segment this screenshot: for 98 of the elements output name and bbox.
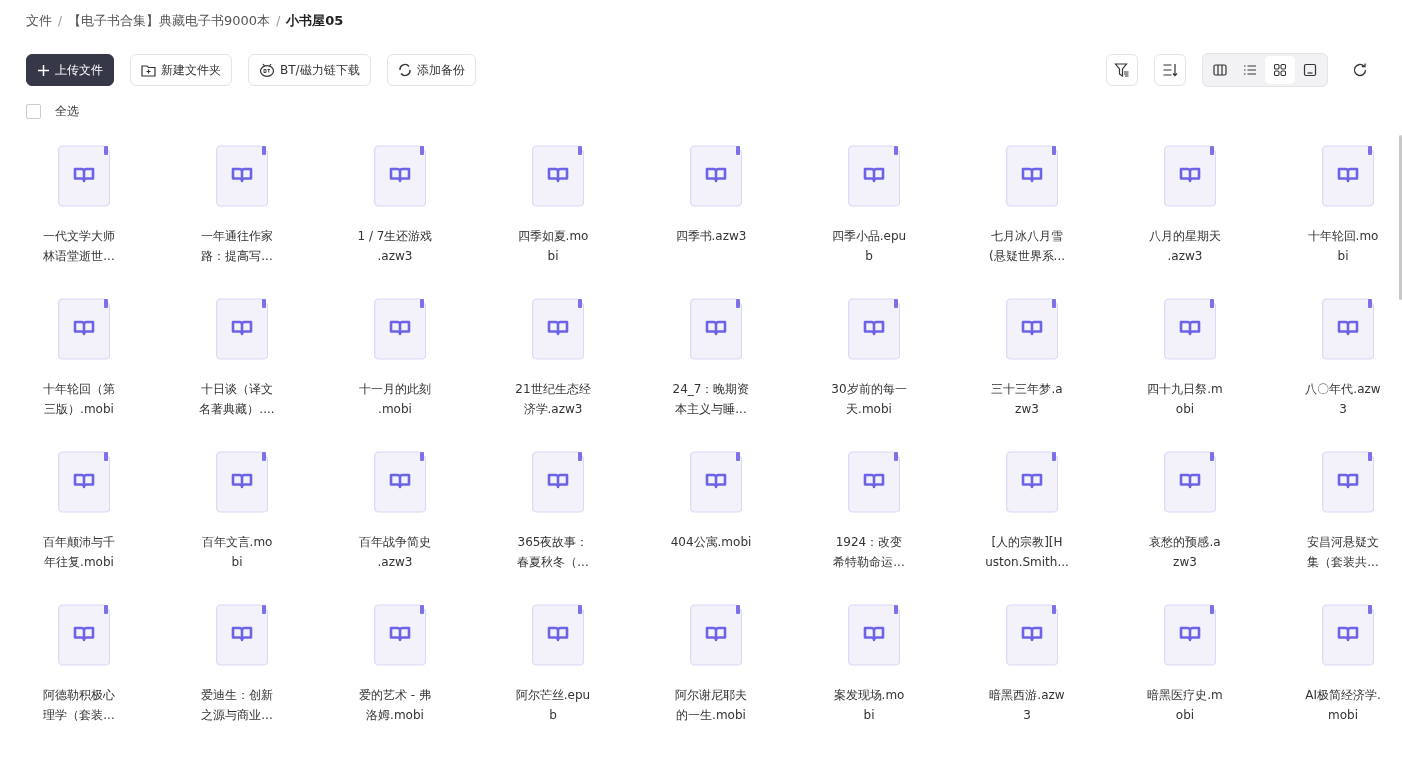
book-file-icon[interactable]: [1322, 604, 1374, 666]
file-name: 四季书.azw3: [675, 228, 747, 245]
file-name: 四季小品.epu b: [831, 228, 907, 265]
filter-button[interactable]: [1106, 54, 1138, 86]
file-name: 百年文言.mo bi: [201, 534, 273, 571]
book-file-icon[interactable]: [58, 145, 110, 207]
columns-icon: [1213, 63, 1227, 77]
file-name: 24_7：晚期资 本主义与睡...: [672, 381, 750, 418]
file-name: 四十九日祭.m obi: [1147, 381, 1223, 418]
book-file-icon[interactable]: [848, 145, 900, 207]
file-name: 十日谈（译文 名著典藏）....: [199, 381, 275, 418]
file-name: 一代文学大师 林语堂逝世...: [43, 228, 115, 265]
book-file-icon[interactable]: [216, 145, 268, 207]
select-all-checkbox[interactable]: [26, 104, 41, 119]
file-name: 十一月的此刻 .mobi: [359, 381, 431, 418]
file-name: 365夜故事： 春夏秋冬（...: [517, 534, 589, 571]
book-file-icon[interactable]: [690, 451, 742, 513]
file-name: 三十三年梦.a zw3: [991, 381, 1063, 418]
preview-icon: [1303, 63, 1317, 77]
book-file-icon[interactable]: [374, 604, 426, 666]
folder-plus-icon: [141, 63, 156, 77]
file-name: 十年轮回（第 三版）.mobi: [43, 381, 115, 418]
file-name: 1924：改变 希特勒命运...: [833, 534, 905, 571]
grid-icon: [1273, 63, 1287, 77]
bt-icon: [259, 63, 275, 77]
file-name: 暗黑西游.azw 3: [989, 687, 1065, 724]
file-name: 八月的星期天 .azw3: [1149, 228, 1221, 265]
book-file-icon[interactable]: [58, 604, 110, 666]
book-file-icon[interactable]: [58, 298, 110, 360]
file-name: 爱迪生：创新 之源与商业...: [201, 687, 273, 724]
list-icon: [1243, 63, 1257, 77]
scrollbar-thumb[interactable]: [1399, 135, 1402, 300]
book-file-icon[interactable]: [848, 451, 900, 513]
book-file-icon[interactable]: [532, 451, 584, 513]
file-name: 暗黑医疗史.m obi: [1147, 687, 1223, 724]
book-file-icon[interactable]: [1006, 604, 1058, 666]
book-file-icon[interactable]: [532, 604, 584, 666]
book-file-icon[interactable]: [1164, 604, 1216, 666]
breadcrumb-link[interactable]: 文件: [26, 12, 52, 30]
file-name: 21世纪生态经 济学.azw3: [515, 381, 591, 418]
refresh-icon: [1352, 62, 1368, 78]
book-file-icon[interactable]: [1164, 298, 1216, 360]
book-file-icon[interactable]: [216, 298, 268, 360]
book-file-icon[interactable]: [1164, 145, 1216, 207]
book-file-icon[interactable]: [1322, 298, 1374, 360]
sort-icon: [1162, 62, 1178, 78]
file-name: [人的宗教][H uston.Smith...: [985, 534, 1069, 571]
file-name: 七月冰八月雪 (悬疑世界系...: [988, 228, 1066, 265]
book-file-icon[interactable]: [374, 298, 426, 360]
file-name: 案发现场.mo bi: [833, 687, 905, 724]
book-file-icon[interactable]: [216, 451, 268, 513]
book-file-icon[interactable]: [848, 604, 900, 666]
book-file-icon[interactable]: [690, 604, 742, 666]
toolbar-button[interactable]: 添加备份: [386, 54, 476, 86]
book-file-icon[interactable]: [374, 451, 426, 513]
file-name: 阿尔芒丝.epu b: [515, 687, 591, 724]
file-name: 八〇年代.azw 3: [1305, 381, 1381, 418]
file-name: 哀愁的预感.a zw3: [1149, 534, 1221, 571]
book-file-icon[interactable]: [1006, 298, 1058, 360]
plus-icon: [37, 63, 50, 77]
book-file-icon[interactable]: [1164, 451, 1216, 513]
breadcrumb-link[interactable]: 【电子书合集】典藏电子书9000本: [68, 12, 271, 30]
book-file-icon[interactable]: [58, 451, 110, 513]
file-name: 阿德勒积极心 理学（套装...: [43, 687, 115, 724]
file-name: 爱的艺术 - 弗 洛姆.mobi: [359, 687, 431, 724]
file-name: 十年轮回.mo bi: [1307, 228, 1379, 265]
sync-icon: [397, 63, 412, 77]
file-name: 一年通往作家 路：提高写...: [201, 228, 273, 265]
view-mode-button[interactable]: [1265, 56, 1295, 84]
book-file-icon[interactable]: [532, 298, 584, 360]
breadcrumb-current: 小书屋05: [286, 12, 344, 30]
select-all-label: 全选: [55, 103, 79, 120]
toolbar-button[interactable]: 新建文件夹: [130, 54, 232, 86]
breadcrumb-separator: /: [276, 14, 281, 28]
file-name: 百年战争简史 .azw3: [359, 534, 431, 571]
book-file-icon[interactable]: [1322, 145, 1374, 207]
file-name: 四季如夏.mo bi: [517, 228, 589, 265]
book-file-icon[interactable]: [1006, 145, 1058, 207]
toolbar-button[interactable]: BT/磁力链下载: [248, 54, 371, 86]
book-file-icon[interactable]: [690, 298, 742, 360]
book-file-icon[interactable]: [848, 298, 900, 360]
filter-icon: [1114, 62, 1130, 78]
file-name: 1 / 7生还游戏 .azw3: [357, 228, 433, 265]
book-file-icon[interactable]: [216, 604, 268, 666]
file-name: 百年颠沛与千 年往复.mobi: [43, 534, 115, 571]
book-file-icon[interactable]: [374, 145, 426, 207]
file-name: 404公寓.mobi: [670, 534, 752, 551]
book-file-icon[interactable]: [532, 145, 584, 207]
file-name: 安昌河悬疑文 集（套装共...: [1307, 534, 1379, 571]
file-name: 30岁前的每一 天.mobi: [831, 381, 907, 418]
book-file-icon[interactable]: [1006, 451, 1058, 513]
upload-button[interactable]: 上传文件: [26, 54, 114, 86]
book-file-icon[interactable]: [690, 145, 742, 207]
file-name: AI极简经济学. mobi: [1305, 687, 1381, 724]
sort-button[interactable]: [1154, 54, 1186, 86]
breadcrumb-separator: /: [58, 14, 63, 28]
book-file-icon[interactable]: [1322, 451, 1374, 513]
file-name: 阿尔谢尼耶夫 的一生.mobi: [675, 687, 747, 724]
